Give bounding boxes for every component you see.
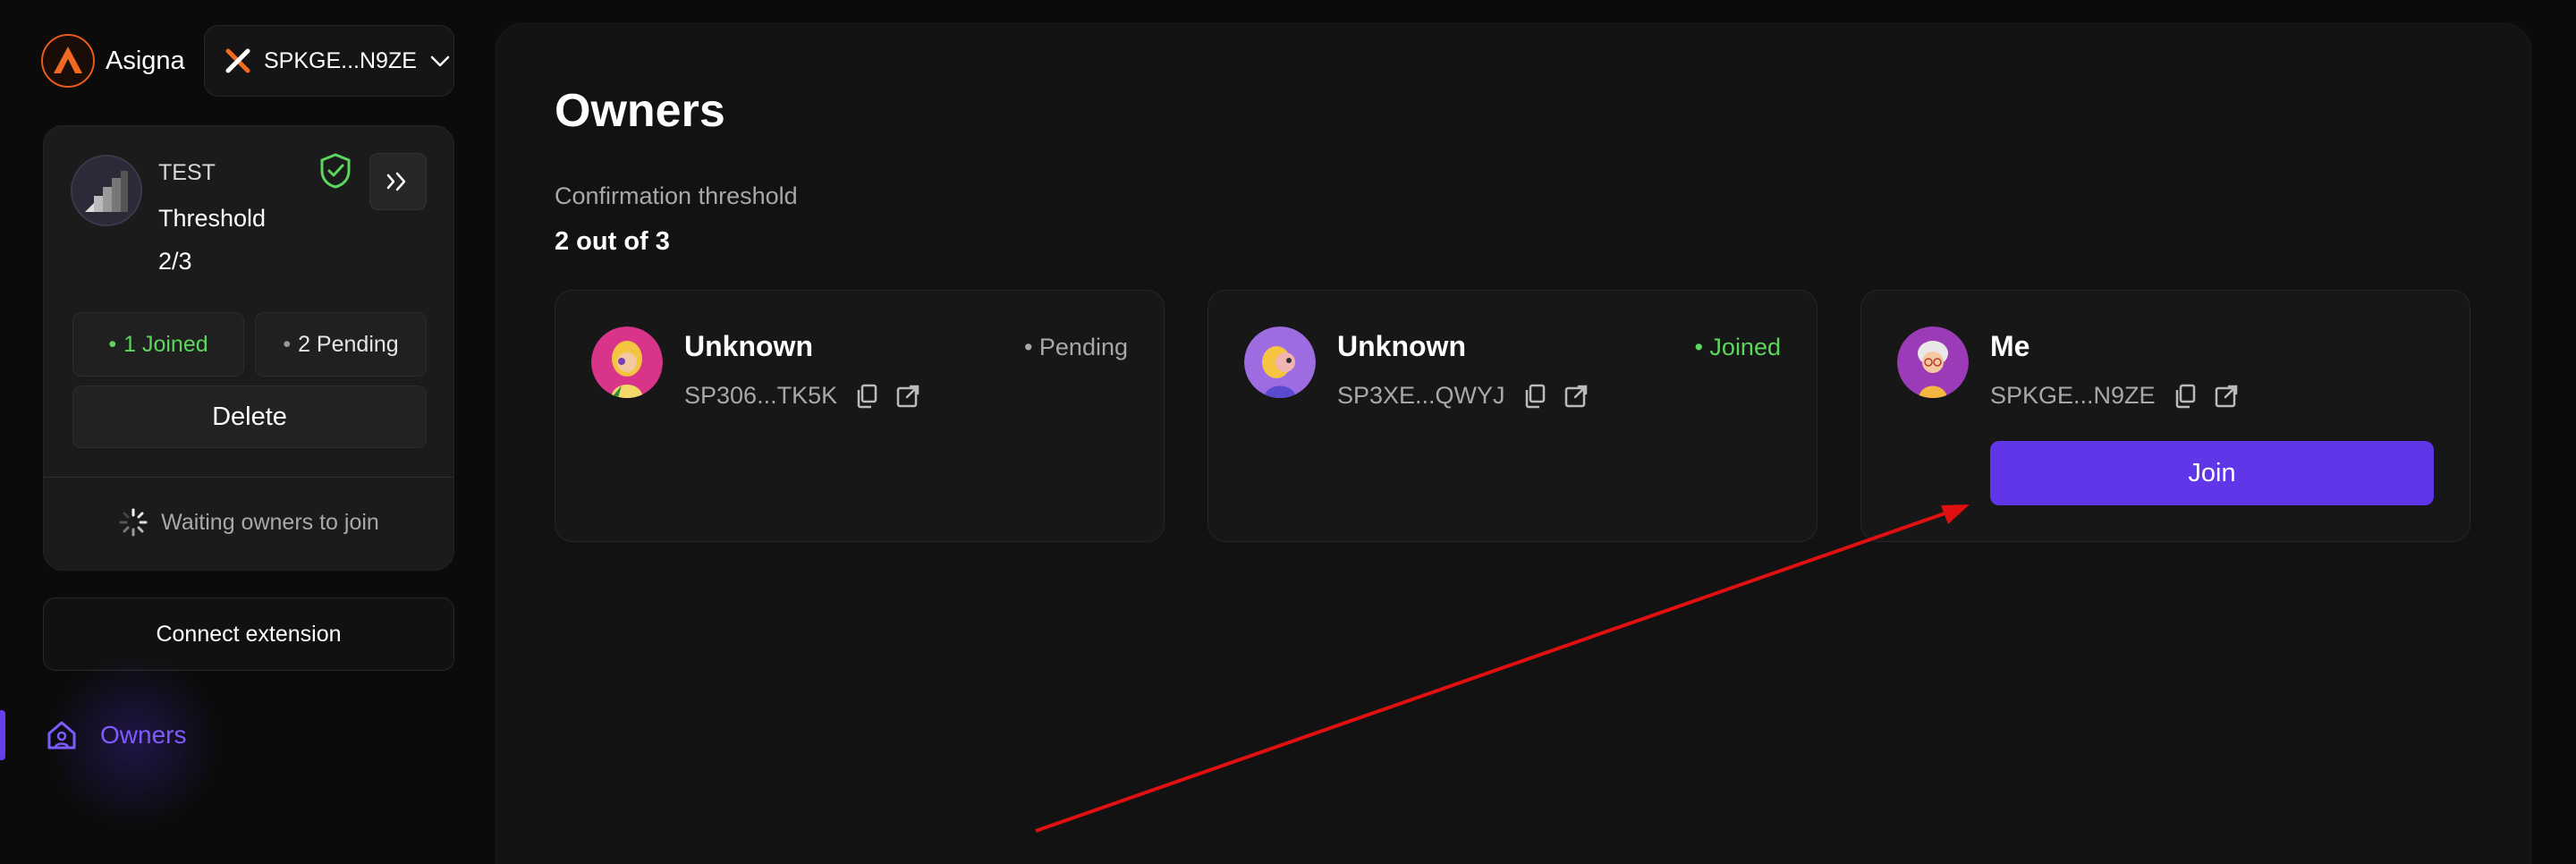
wallet-switcher-button[interactable]: SPKGE...N9ZE [204, 25, 454, 97]
pending-dot: • [283, 331, 292, 357]
threshold-label: Threshold [158, 205, 267, 232]
owner-name: Unknown [1337, 330, 1466, 362]
pending-count-badge: • 2 Pending [255, 312, 427, 377]
status-label: Joined [1709, 334, 1781, 360]
shield-check-icon [319, 153, 352, 193]
owner-card: Unknown • Pending SP306...TK5K [555, 290, 1165, 542]
external-link-icon[interactable] [2215, 385, 2238, 408]
brand-name: Asigna [106, 46, 185, 75]
sidebar-item-owners[interactable]: Owners [0, 653, 465, 832]
owner-address: SP306...TK5K [684, 382, 838, 409]
vault-avatar [71, 155, 142, 226]
home-icon [45, 718, 79, 752]
status-label: Pending [1038, 334, 1128, 360]
copy-icon[interactable] [855, 384, 878, 409]
expand-button[interactable] [369, 153, 427, 210]
threshold-value: 2/3 [158, 248, 192, 275]
delete-button[interactable]: Delete [72, 385, 427, 448]
owner-address-row: SPKGE...N9ZE [1990, 382, 2238, 410]
waiting-status: Waiting owners to join [44, 507, 453, 538]
chevron-down-icon [429, 50, 451, 72]
owner-name: Me [1990, 330, 2030, 362]
asigna-logo-icon [41, 34, 95, 88]
active-indicator [0, 710, 5, 760]
avatar [591, 326, 663, 398]
spinner-icon [118, 507, 148, 538]
external-link-icon[interactable] [896, 385, 919, 408]
owner-card: Me SPKGE...N9ZE Join [1860, 290, 2470, 542]
pending-label: 2 Pending [298, 331, 399, 357]
owner-status-badge: • Pending [1024, 334, 1128, 361]
sidebar-item-label: Owners [100, 721, 187, 749]
wallet-address: SPKGE...N9ZE [264, 47, 417, 73]
copy-icon[interactable] [1523, 384, 1546, 409]
avatar [1897, 326, 1969, 398]
owner-address: SPKGE...N9ZE [1990, 382, 2156, 409]
wallet-x-icon [225, 47, 251, 74]
owner-address-row: SP3XE...QWYJ [1337, 382, 1588, 410]
confirmation-threshold-label: Confirmation threshold [555, 182, 798, 209]
external-link-icon[interactable] [1564, 385, 1588, 408]
owner-address-row: SP306...TK5K [684, 382, 919, 410]
brand[interactable]: Asigna [41, 34, 185, 88]
confirmation-threshold-value: 2 out of 3 [555, 227, 670, 256]
copy-icon[interactable] [2174, 384, 2197, 409]
joined-dot: • [108, 331, 117, 357]
page-title: Owners [555, 85, 725, 137]
joined-label: 1 Joined [123, 331, 208, 357]
owner-status-badge: • Joined [1694, 334, 1781, 361]
joined-count-badge: • 1 Joined [72, 312, 244, 377]
owner-address: SP3XE...QWYJ [1337, 382, 1505, 409]
owner-name: Unknown [684, 330, 813, 362]
owner-card: Unknown • Joined SP3XE...QWYJ [1208, 290, 1818, 542]
vault-card: TEST Threshold 2/3 • 1 Joined • 2 Pendin… [43, 125, 454, 571]
avatar [1244, 326, 1316, 398]
vault-name: TEST [158, 160, 216, 185]
status-dot: • [1023, 334, 1033, 360]
waiting-label: Waiting owners to join [161, 509, 379, 535]
join-button[interactable]: Join [1990, 441, 2434, 505]
status-dot: • [1694, 334, 1703, 360]
divider [44, 477, 453, 478]
